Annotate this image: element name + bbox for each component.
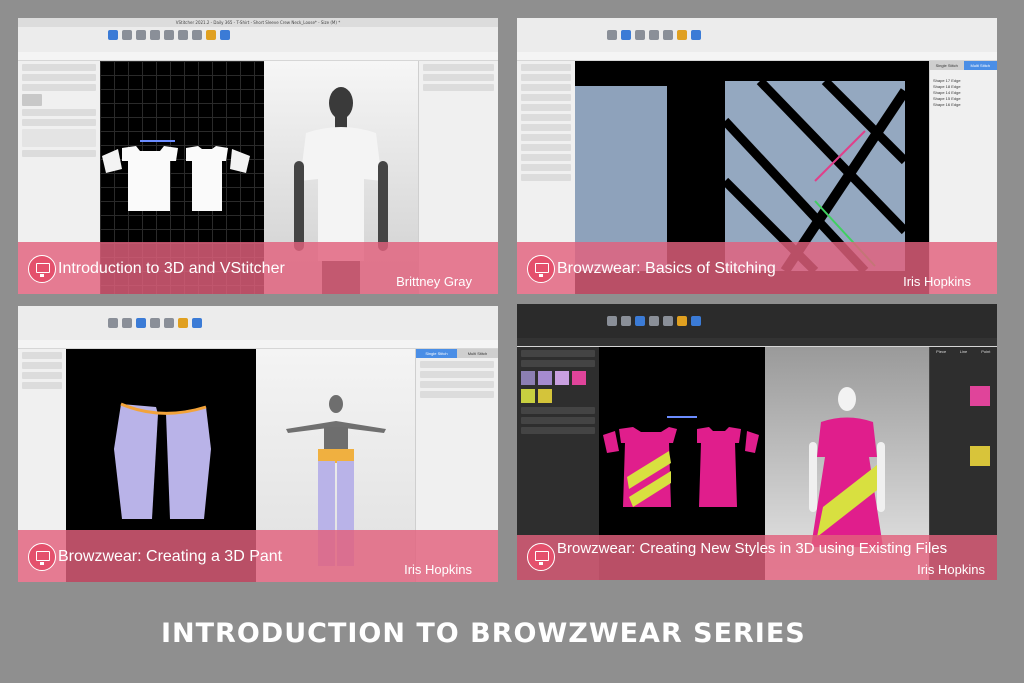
tool-row [108, 318, 202, 328]
single-stitch-tab[interactable]: Single Stitch [930, 61, 964, 70]
assign-tool-icon[interactable] [150, 30, 160, 40]
multi-stitch-tab[interactable]: Multi Stitch [963, 61, 997, 70]
multi-stitch-tab[interactable]: Multi Stitch [457, 349, 498, 358]
course-banner: Introduction to 3D and VStitcher Brittne… [18, 242, 498, 294]
stitch-tool-icon[interactable] [635, 316, 645, 326]
video-card-basics-of-stitching[interactable]: Single Stitch Multi Stitch Shape 17 Edge… [517, 18, 997, 294]
video-lesson-icon [28, 255, 56, 283]
stitch-tabs: Single Stitch Multi Stitch [416, 349, 498, 358]
dress-tool-icon[interactable] [192, 318, 202, 328]
prepare-tool-icon[interactable] [206, 30, 216, 40]
piece-tab[interactable]: Piece [930, 347, 952, 356]
pen-tool-icon[interactable] [663, 316, 673, 326]
course-author: Iris Hopkins [917, 562, 985, 577]
fabric-swatch[interactable] [572, 371, 586, 385]
video-card-intro-3d-vstitcher[interactable]: VStitcher 2021.2 - Daily 365 - T-Shirt -… [18, 18, 498, 294]
pen-tool-icon[interactable] [178, 30, 188, 40]
options-bar [18, 340, 498, 349]
fabric-swatch[interactable] [538, 371, 552, 385]
course-author: Iris Hopkins [404, 562, 472, 577]
dress-tool-icon[interactable] [691, 316, 701, 326]
fabric-swatch[interactable] [555, 371, 569, 385]
course-author: Iris Hopkins [903, 274, 971, 289]
tool-row [607, 316, 701, 326]
pen-tool-icon[interactable] [649, 30, 659, 40]
arrange-tool-icon[interactable] [192, 30, 202, 40]
replace-to-swatch[interactable] [970, 446, 990, 466]
fabric-swatch[interactable] [538, 389, 552, 403]
course-author: Brittney Gray [396, 274, 472, 289]
select-tool-icon[interactable] [108, 30, 118, 40]
video-card-creating-3d-pant[interactable]: Single Stitch Multi Stitch Browzwear: Cr… [18, 306, 498, 582]
options-bar [517, 338, 997, 347]
select-tool-icon[interactable] [607, 30, 617, 40]
stitch-tool-icon[interactable] [136, 30, 146, 40]
point-tab[interactable]: Point [975, 347, 997, 356]
stitch-tabs: Single Stitch Multi Stitch [930, 61, 997, 70]
prepare-tool-icon[interactable] [677, 316, 687, 326]
course-banner: Browzwear: Creating New Styles in 3D usi… [517, 535, 997, 580]
fabric-swatch[interactable] [521, 371, 535, 385]
app-toolbar [18, 306, 498, 341]
app-toolbar [517, 304, 997, 339]
edge-list-item[interactable]: Shape 16 Edge [933, 102, 994, 108]
prepare-tool-icon[interactable] [178, 318, 188, 328]
tool-row [108, 30, 230, 40]
arrange-tool-icon[interactable] [663, 30, 673, 40]
options-bar [517, 52, 997, 61]
window-title: VStitcher 2021.2 - Daily 365 - T-Shirt -… [18, 18, 498, 27]
course-banner: Browzwear: Basics of Stitching Iris Hopk… [517, 242, 997, 294]
fabric-swatches [521, 389, 595, 403]
app-toolbar: VStitcher 2021.2 - Daily 365 - T-Shirt -… [18, 18, 498, 53]
assign-tool-icon[interactable] [150, 318, 160, 328]
line-tab[interactable]: Line [952, 347, 974, 356]
assign-tool-icon[interactable] [635, 30, 645, 40]
piece-tabs: Piece Line Point [930, 347, 997, 356]
select-tool-icon[interactable] [108, 318, 118, 328]
course-title: Browzwear: Creating New Styles in 3D usi… [557, 540, 948, 557]
insert-tool-icon[interactable] [164, 30, 174, 40]
video-lesson-icon [527, 255, 555, 283]
replace-from-swatch[interactable] [970, 386, 990, 406]
texture-tool-icon[interactable] [122, 30, 132, 40]
course-banner: Browzwear: Creating a 3D Pant Iris Hopki… [18, 530, 498, 582]
series-title: INTRODUCTION TO BROWZWEAR SERIES [161, 618, 806, 649]
fabric-swatch[interactable] [521, 389, 535, 403]
fabric-swatches [521, 371, 595, 385]
app-toolbar [517, 18, 997, 53]
video-lesson-icon [28, 543, 56, 571]
stitch-tool-icon[interactable] [621, 30, 631, 40]
video-card-creating-new-styles[interactable]: Piece Line Point Browzwear: Creating New… [517, 304, 997, 580]
tool-row [607, 30, 701, 40]
single-stitch-tab[interactable]: Single Stitch [416, 349, 457, 358]
dress-tool-icon[interactable] [691, 30, 701, 40]
edge-list: Shape 17 Edge Shape 18 Edge Shape 14 Edg… [930, 70, 997, 116]
dress-tool-icon[interactable] [220, 30, 230, 40]
prepare-tool-icon[interactable] [677, 30, 687, 40]
stitch-tool-icon[interactable] [136, 318, 146, 328]
course-title: Browzwear: Basics of Stitching [557, 260, 776, 277]
select-tool-icon[interactable] [607, 316, 617, 326]
assign-tool-icon[interactable] [649, 316, 659, 326]
course-title: Browzwear: Creating a 3D Pant [58, 548, 283, 565]
course-title: Introduction to 3D and VStitcher [58, 260, 285, 277]
options-bar [18, 52, 498, 61]
pen-tool-icon[interactable] [164, 318, 174, 328]
texture-tool-icon[interactable] [122, 318, 132, 328]
texture-tool-icon[interactable] [621, 316, 631, 326]
video-lesson-icon [527, 543, 555, 571]
